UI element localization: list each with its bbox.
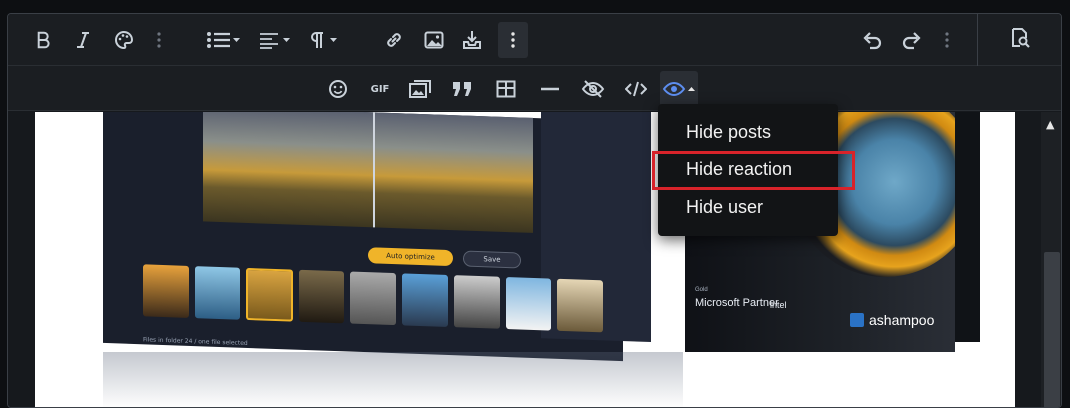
- paragraph-icon[interactable]: [306, 22, 342, 58]
- palette-icon[interactable]: [110, 22, 138, 58]
- brand-logo-icon: [850, 313, 864, 327]
- box-side: [955, 112, 980, 342]
- scroll-up-arrow-icon[interactable]: ▲: [1046, 118, 1054, 131]
- bold-icon[interactable]: [30, 22, 58, 58]
- save-button: Save: [463, 250, 521, 269]
- more-vertical-icon[interactable]: [940, 22, 954, 58]
- partner-label: Microsoft Partner: [695, 297, 779, 309]
- menu-item-hide-posts[interactable]: Hide posts: [686, 122, 771, 143]
- code-icon[interactable]: [622, 71, 650, 107]
- brand-name: ashampoo: [869, 312, 935, 328]
- preview-icon: [1009, 27, 1031, 53]
- brand-logo: ashampoo: [850, 312, 934, 328]
- table-icon[interactable]: [492, 71, 520, 107]
- app-screenshot: Auto optimize Save Files in folder 24 / …: [103, 112, 651, 362]
- media-icon[interactable]: [406, 71, 436, 107]
- menu-item-hide-reaction[interactable]: Hide reaction: [686, 159, 792, 180]
- thumbnail: [402, 273, 448, 327]
- smiley-icon[interactable]: [324, 71, 352, 107]
- hide-dropdown-menu: Hide posts Hide reaction Hide user: [658, 104, 838, 236]
- reflection: [103, 352, 683, 407]
- photo-preview: [203, 112, 533, 233]
- thumbnail: [557, 278, 603, 333]
- toolbar-secondary: GIF: [8, 66, 1061, 111]
- link-icon[interactable]: [380, 22, 408, 58]
- gif-label: GIF: [370, 83, 390, 95]
- scrollbar[interactable]: ▲: [1041, 112, 1061, 407]
- horizontal-line-icon[interactable]: [536, 71, 564, 107]
- more-vertical-icon[interactable]: [152, 22, 166, 58]
- thumbnail: [350, 271, 397, 326]
- insert-icon[interactable]: [458, 22, 486, 58]
- list-icon[interactable]: [204, 22, 244, 58]
- thumbnail: [298, 269, 345, 324]
- undo-icon[interactable]: [858, 22, 886, 58]
- intel-label: intel: [770, 300, 787, 310]
- gif-icon[interactable]: GIF: [366, 71, 394, 107]
- app-status-text: Files in folder 24 / one file selected: [143, 336, 248, 347]
- italic-icon[interactable]: [70, 22, 96, 58]
- hide-icon[interactable]: [578, 71, 608, 107]
- editor-content[interactable]: Auto optimize Save Files in folder 24 / …: [8, 112, 1061, 407]
- preview-button[interactable]: [977, 14, 1061, 66]
- scroll-thumb[interactable]: [1044, 252, 1060, 407]
- thumbnail: [453, 275, 500, 329]
- image-icon[interactable]: [420, 22, 448, 58]
- partner-small: Gold: [695, 287, 708, 293]
- align-icon[interactable]: [256, 22, 294, 58]
- thumbnail: [143, 264, 189, 318]
- redo-icon[interactable]: [898, 22, 926, 58]
- more-vertical-icon[interactable]: [498, 22, 528, 58]
- auto-optimize-button: Auto optimize: [368, 247, 453, 267]
- rich-text-editor: GIF Auto optimize Save Files in folder 2…: [7, 13, 1062, 408]
- embedded-image: Auto optimize Save Files in folder 24 / …: [35, 112, 1015, 407]
- eye-icon[interactable]: [660, 71, 698, 107]
- thumbnail: [194, 266, 241, 320]
- thumbnail: [246, 267, 293, 322]
- toolbar-primary: [8, 14, 1061, 66]
- thumbnail-strip: [143, 264, 603, 338]
- thumbnail: [505, 276, 552, 331]
- menu-item-hide-user[interactable]: Hide user: [686, 197, 763, 218]
- quote-icon[interactable]: [448, 71, 476, 107]
